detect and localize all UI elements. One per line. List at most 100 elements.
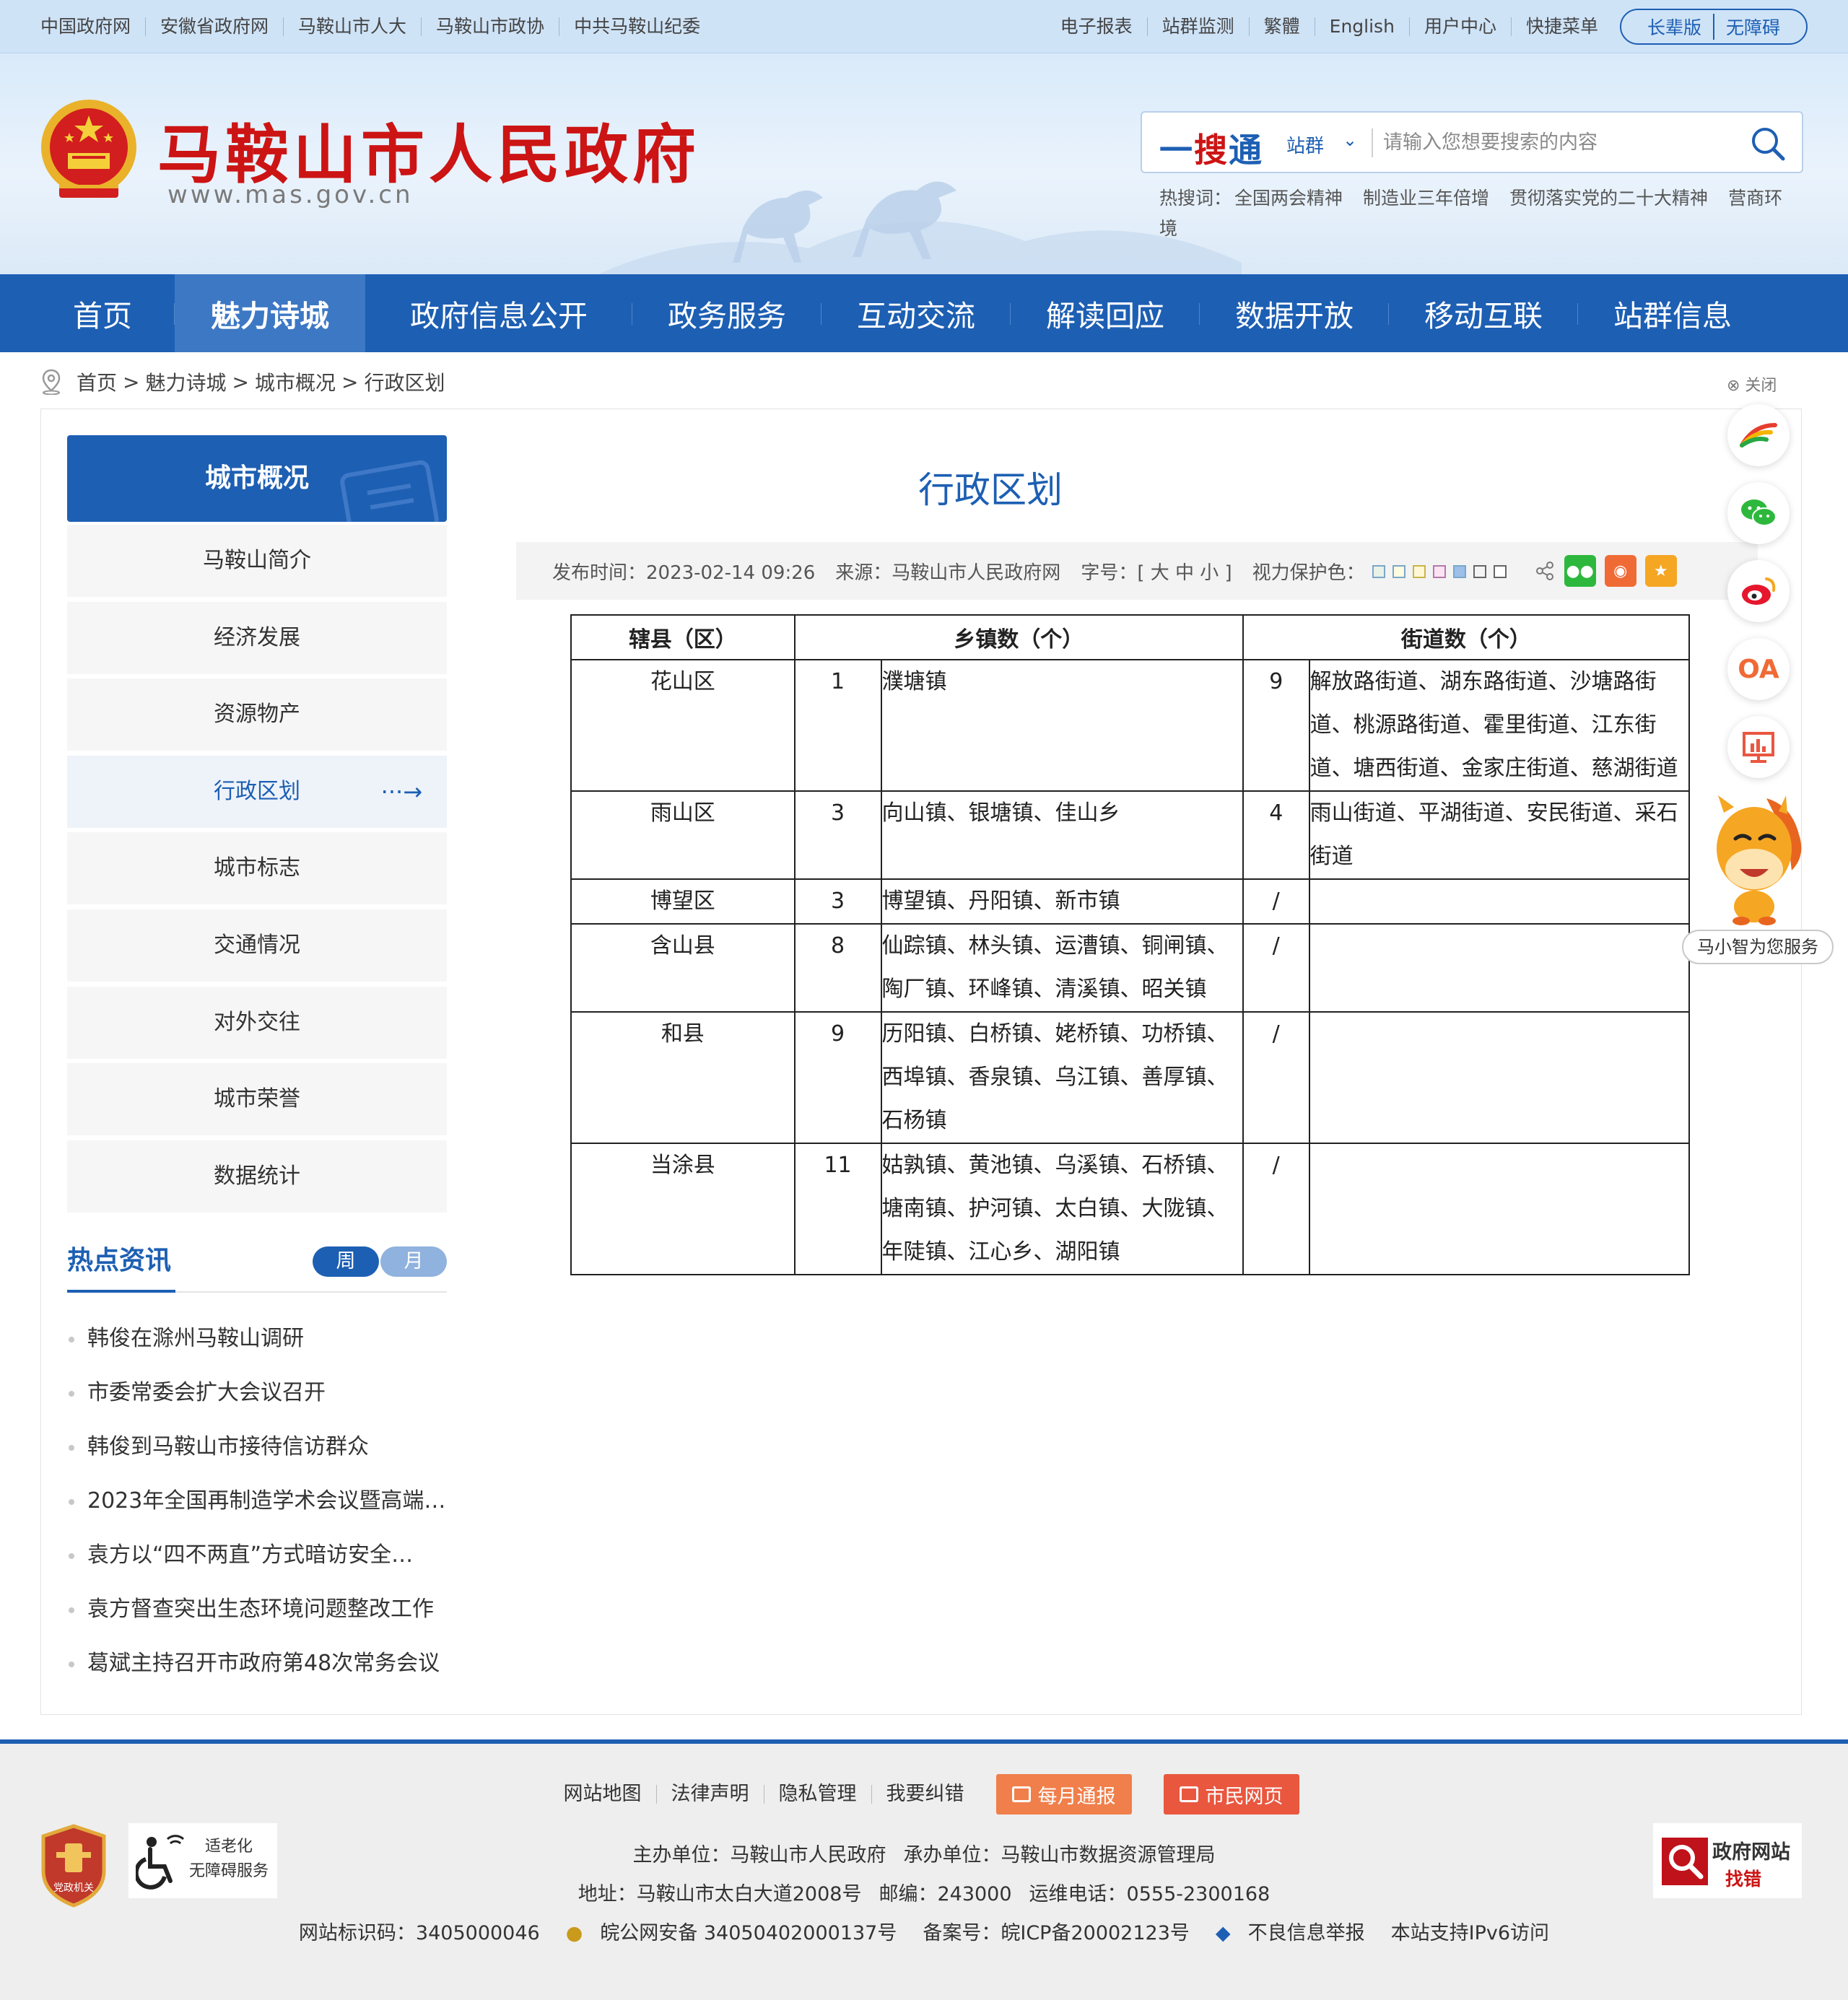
cell-towns: 博望镇、丹阳镇、新市镇 bbox=[880, 878, 1244, 925]
breadcrumb-city-overview[interactable]: 城市概况 bbox=[255, 367, 336, 396]
top-link-mas-cppcc[interactable]: 马鞍山市政协 bbox=[421, 17, 559, 36]
monthly-report-button[interactable]: 每月通报 bbox=[995, 1774, 1132, 1815]
oa-icon[interactable]: OA bbox=[1727, 638, 1790, 700]
nav-interaction[interactable]: 互动交流 bbox=[821, 274, 1011, 352]
report-diamond-icon: ◆ bbox=[1215, 1922, 1231, 1944]
footer-link-sitemap[interactable]: 网站地图 bbox=[549, 1784, 656, 1804]
arrow-right-icon: ···→ bbox=[380, 778, 422, 805]
hot-news-item[interactable]: 市委常委会扩大会议召开 bbox=[67, 1366, 447, 1420]
citizen-page-button[interactable]: 市民网页 bbox=[1163, 1774, 1299, 1815]
footer-link-privacy[interactable]: 隐私管理 bbox=[763, 1784, 871, 1804]
article-title: 行政区划 bbox=[918, 469, 1063, 511]
sidebar-item-economy[interactable]: 经济发展 bbox=[67, 602, 447, 674]
app-logo-icon[interactable] bbox=[1727, 404, 1790, 466]
footer-icp-record[interactable]: 备案号：皖ICP备20002123号 bbox=[923, 1922, 1190, 1944]
font-size-switch[interactable]: 字号：[ 大 中 小 ] bbox=[1081, 558, 1232, 585]
accessibility-button[interactable]: 无障碍 bbox=[1712, 14, 1792, 40]
cell-towns: 濮塘镇 bbox=[880, 659, 1244, 792]
gov-website-find-error-badge[interactable]: 政府网站 找错 bbox=[1653, 1823, 1802, 1898]
tab-week[interactable]: 周 bbox=[313, 1246, 379, 1277]
search-input[interactable] bbox=[1383, 124, 1730, 160]
top-link-china-gov[interactable]: 中国政府网 bbox=[40, 17, 145, 36]
eye-care-swatch[interactable] bbox=[1493, 564, 1507, 578]
hot-news-item[interactable]: 葛斌主持召开市政府第48次常务会议 bbox=[67, 1636, 447, 1690]
elder-accessibility-switch: 长辈版 无障碍 bbox=[1619, 9, 1808, 45]
cell-district: 和县 bbox=[570, 1011, 796, 1144]
sidebar-item-city-symbol[interactable]: 城市标志 bbox=[67, 832, 447, 904]
hot-news-item[interactable]: 袁方督查突出生态环境问题整改工作 bbox=[67, 1582, 447, 1636]
sidebar-item-admin-division[interactable]: 行政区划 ···→ bbox=[67, 756, 447, 828]
cell-town-count: 1 bbox=[793, 659, 882, 792]
mascot-service-label[interactable]: 马小智为您服务 bbox=[1682, 930, 1834, 964]
top-link-quick-menu[interactable]: 快捷菜单 bbox=[1510, 17, 1613, 36]
sidebar-item-intro[interactable]: 马鞍山简介 bbox=[67, 525, 447, 597]
nav-gov-services[interactable]: 政务服务 bbox=[632, 274, 821, 352]
breadcrumb-home[interactable]: 首页 bbox=[77, 367, 117, 396]
nav-mobile[interactable]: 移动互联 bbox=[1389, 274, 1578, 352]
weibo-share-icon[interactable]: ◉ bbox=[1604, 555, 1636, 587]
wechat-share-icon[interactable]: ●● bbox=[1564, 555, 1596, 587]
data-chart-icon[interactable] bbox=[1727, 716, 1790, 778]
cell-district: 花山区 bbox=[570, 659, 796, 792]
footer-link-legal[interactable]: 法律声明 bbox=[655, 1784, 764, 1804]
chevron-down-icon[interactable]: ⌄ bbox=[1343, 130, 1357, 150]
eye-care-swatch[interactable] bbox=[1372, 564, 1385, 578]
nav-interpretation[interactable]: 解读回应 bbox=[1011, 274, 1200, 352]
top-link-traditional[interactable]: 繁體 bbox=[1248, 17, 1315, 36]
hotword-link[interactable]: 贯彻落实党的二十大精神 bbox=[1509, 188, 1708, 209]
table-row: 花山区 1 濮塘镇 9 解放路街道、湖东路街道、沙塘路街道、桃源路街道、霍里街道… bbox=[570, 659, 1691, 792]
eye-care-swatch[interactable] bbox=[1452, 564, 1466, 578]
hot-news-list: 韩俊在滁州马鞍山调研 市委常委会扩大会议召开 韩俊到马鞍山市接待信访群众 202… bbox=[67, 1311, 447, 1690]
top-link-english[interactable]: English bbox=[1314, 17, 1409, 36]
top-link-e-report[interactable]: 电子报表 bbox=[1046, 17, 1147, 36]
elder-version-button[interactable]: 长辈版 bbox=[1636, 14, 1713, 40]
nav-home[interactable]: 首页 bbox=[30, 274, 175, 352]
hotword-link[interactable]: 制造业三年倍增 bbox=[1363, 188, 1489, 209]
footer-link-report-error[interactable]: 我要纠错 bbox=[871, 1784, 979, 1804]
cell-streets bbox=[1308, 1011, 1691, 1144]
share-icon[interactable] bbox=[1534, 560, 1556, 582]
hot-news-item[interactable]: 韩俊到马鞍山市接待信访群众 bbox=[67, 1420, 447, 1474]
cell-towns: 向山镇、银塘镇、佳山乡 bbox=[880, 790, 1244, 880]
nav-site-group[interactable]: 站群信息 bbox=[1578, 274, 1767, 352]
footer-bad-info-report[interactable]: ◆ 不良信息举报 bbox=[1207, 1922, 1374, 1944]
site-header: 马鞍山市人民政府 www.mas.gov.cn 一搜通 站群 ⌄ 热搜词：全国两… bbox=[0, 53, 1848, 274]
nav-gov-info-disclosure[interactable]: 政府信息公开 bbox=[365, 274, 632, 352]
tab-month[interactable]: 月 bbox=[380, 1246, 447, 1277]
top-link-user-center[interactable]: 用户中心 bbox=[1408, 17, 1511, 36]
eye-care-swatch[interactable] bbox=[1473, 564, 1486, 578]
top-link-site-monitor[interactable]: 站群监测 bbox=[1146, 17, 1249, 36]
search-icon[interactable] bbox=[1748, 124, 1787, 163]
cell-town-count: 8 bbox=[793, 923, 882, 1013]
table-row: 博望区 3 博望镇、丹阳镇、新市镇 / bbox=[570, 878, 1691, 925]
nav-open-data[interactable]: 数据开放 bbox=[1200, 274, 1389, 352]
float-close-button[interactable]: ⊗ 关闭 bbox=[1727, 372, 1777, 396]
nav-charm-poetry-city[interactable]: 魅力诗城 bbox=[175, 274, 365, 352]
search-scope-select[interactable]: 站群 bbox=[1286, 131, 1324, 158]
eye-care-swatch[interactable] bbox=[1392, 564, 1405, 578]
breadcrumb-charm-city[interactable]: 魅力诗城 bbox=[145, 367, 226, 396]
favorite-star-icon[interactable]: ★ bbox=[1644, 555, 1677, 587]
sidebar-item-transport[interactable]: 交通情况 bbox=[67, 909, 447, 982]
eye-care-swatch[interactable] bbox=[1432, 564, 1446, 578]
footer-line-organizer: 主办单位：马鞍山市人民政府 承办单位：马鞍山市数据资源管理局 bbox=[0, 1839, 1848, 1867]
mascot-horse-icon[interactable] bbox=[1698, 791, 1813, 925]
top-link-anhui-gov[interactable]: 安徽省政府网 bbox=[145, 17, 283, 36]
breadcrumb: 首页 > 魅力诗城 > 城市概况 > 行政区划 bbox=[40, 364, 445, 400]
eye-care-swatch[interactable] bbox=[1412, 564, 1426, 578]
top-link-mas-npc[interactable]: 马鞍山市人大 bbox=[283, 17, 421, 36]
sidebar-item-honors[interactable]: 城市荣誉 bbox=[67, 1063, 447, 1135]
hot-news-item[interactable]: 2023年全国再制造学术会议暨高端… bbox=[67, 1474, 447, 1528]
top-link-mas-discipline[interactable]: 中共马鞍山纪委 bbox=[559, 17, 715, 36]
sidebar-item-statistics[interactable]: 数据统计 bbox=[67, 1140, 447, 1213]
wechat-icon[interactable] bbox=[1727, 482, 1790, 544]
footer-operator: 承办单位：马鞍山市数据资源管理局 bbox=[903, 1844, 1216, 1866]
hotword-link[interactable]: 全国两会精神 bbox=[1234, 188, 1343, 209]
hot-news-item[interactable]: 袁方以“四不两直”方式暗访安全… bbox=[67, 1528, 447, 1582]
hot-news-item[interactable]: 韩俊在滁州马鞍山调研 bbox=[67, 1311, 447, 1366]
weibo-icon[interactable] bbox=[1727, 560, 1790, 622]
footer-police-record[interactable]: ● 皖公网安备 34050402000137号 bbox=[557, 1922, 906, 1944]
sidebar-item-resources[interactable]: 资源物产 bbox=[67, 678, 447, 751]
sidebar-item-foreign-exchange[interactable]: 对外交往 bbox=[67, 987, 447, 1059]
article-meta-bar: 发布时间：2023-02-14 09:26 来源：马鞍山市人民政府网 字号：[ … bbox=[516, 542, 1758, 600]
